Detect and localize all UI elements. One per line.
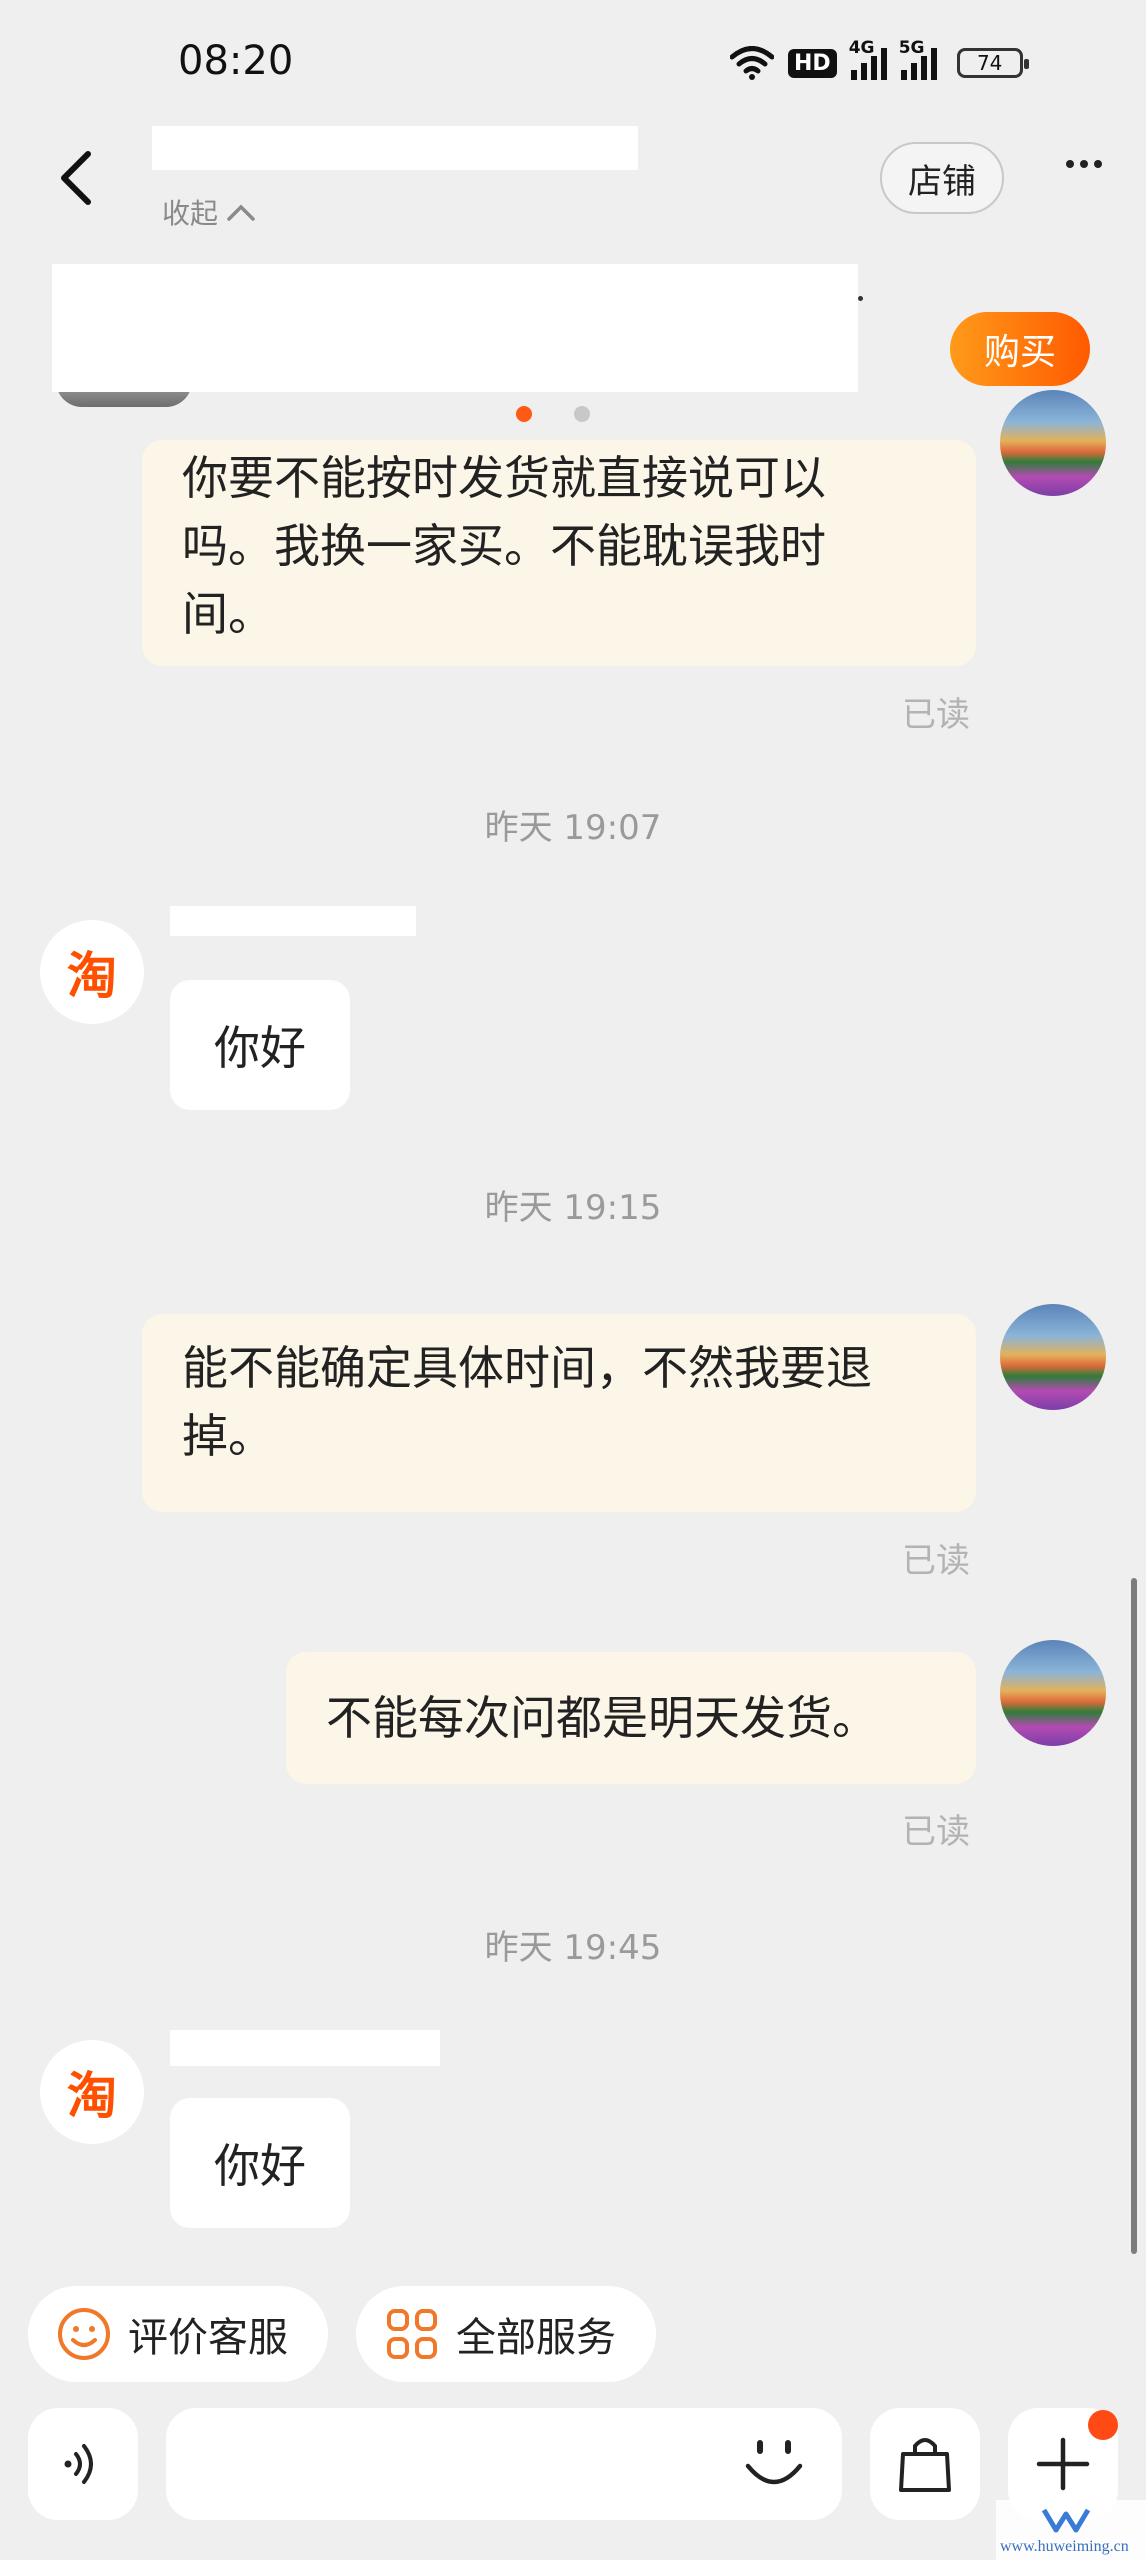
back-arrow-icon[interactable] (56, 148, 96, 208)
collapse-toggle[interactable]: 收起 (162, 192, 256, 232)
services-grid-icon (387, 2309, 437, 2359)
carousel-dot (574, 406, 590, 422)
watermark-logo-icon (1041, 2508, 1091, 2533)
battery-icon: 74 (956, 48, 1029, 78)
product-info-redacted (52, 264, 858, 392)
message-bubble-other: 你好 (170, 2098, 350, 2228)
all-services-button[interactable]: 全部服务 (356, 2286, 656, 2382)
message-bubble-self: 你要不能按时发货就直接说可以吗。我换一家买。不能耽误我时间。 (142, 440, 976, 666)
message-bubble-other: 你好 (170, 980, 350, 1110)
plus-icon (1036, 2437, 1090, 2491)
message-text: 不能每次问都是明天发货。 (326, 1691, 878, 1745)
user-avatar[interactable] (1000, 1640, 1106, 1746)
timestamp: 昨天 19:15 (484, 1188, 662, 1228)
signal-5g-icon: 5G (899, 38, 937, 80)
shop-button[interactable]: 店铺 (880, 142, 1004, 214)
emoji-icon[interactable] (742, 2434, 806, 2494)
message-text: 能不能确定具体时间，不然我要退掉。 (182, 1341, 872, 1463)
voice-button[interactable] (28, 2408, 138, 2520)
message-bubble-self: 能不能确定具体时间，不然我要退掉。 (142, 1314, 976, 1512)
hd-badge: HD (788, 48, 837, 78)
shopping-bag-icon (899, 2438, 951, 2492)
wifi-icon (730, 46, 774, 80)
product-info-dot (858, 296, 863, 301)
notification-dot (1088, 2410, 1118, 2440)
read-receipt: 已读 (902, 1541, 970, 1581)
taobao-avatar[interactable]: 淘 (40, 920, 144, 1024)
watermark: www.huweiming.cn (996, 2500, 1146, 2560)
message-bubble-self: 不能每次问都是明天发货。 (286, 1652, 976, 1784)
voice-icon (64, 2444, 93, 2484)
message-input[interactable] (166, 2408, 842, 2520)
sender-name-redacted (170, 906, 416, 936)
watermark-text: www.huweiming.cn (1000, 2538, 1129, 2555)
carousel-dot-active (516, 406, 532, 422)
store-name-redacted (152, 126, 638, 170)
message-text: 你要不能按时发货就直接说可以吗。我换一家买。不能耽误我时间。 (182, 451, 826, 641)
read-receipt: 已读 (902, 1812, 970, 1852)
chevron-up-icon (227, 204, 255, 221)
buy-button[interactable]: 购买 (950, 312, 1090, 386)
signal-4g-icon: 4G (849, 38, 887, 80)
read-receipt: 已读 (902, 695, 970, 735)
timestamp: 昨天 19:45 (484, 1928, 662, 1968)
sender-name-redacted (170, 2030, 440, 2066)
shopping-bag-button[interactable] (870, 2408, 980, 2520)
status-time: 08:20 (178, 38, 294, 84)
user-avatar[interactable] (1000, 1304, 1106, 1410)
status-icons: HD 4G 5G 74 (730, 38, 1029, 86)
timestamp: 昨天 19:07 (484, 808, 662, 848)
taobao-avatar[interactable]: 淘 (40, 2040, 144, 2144)
more-options-icon[interactable] (1066, 160, 1102, 168)
smiley-icon (58, 2308, 110, 2360)
user-avatar[interactable] (1000, 390, 1106, 496)
rate-service-button[interactable]: 评价客服 (28, 2286, 328, 2382)
scrollbar[interactable] (1131, 1578, 1137, 2254)
